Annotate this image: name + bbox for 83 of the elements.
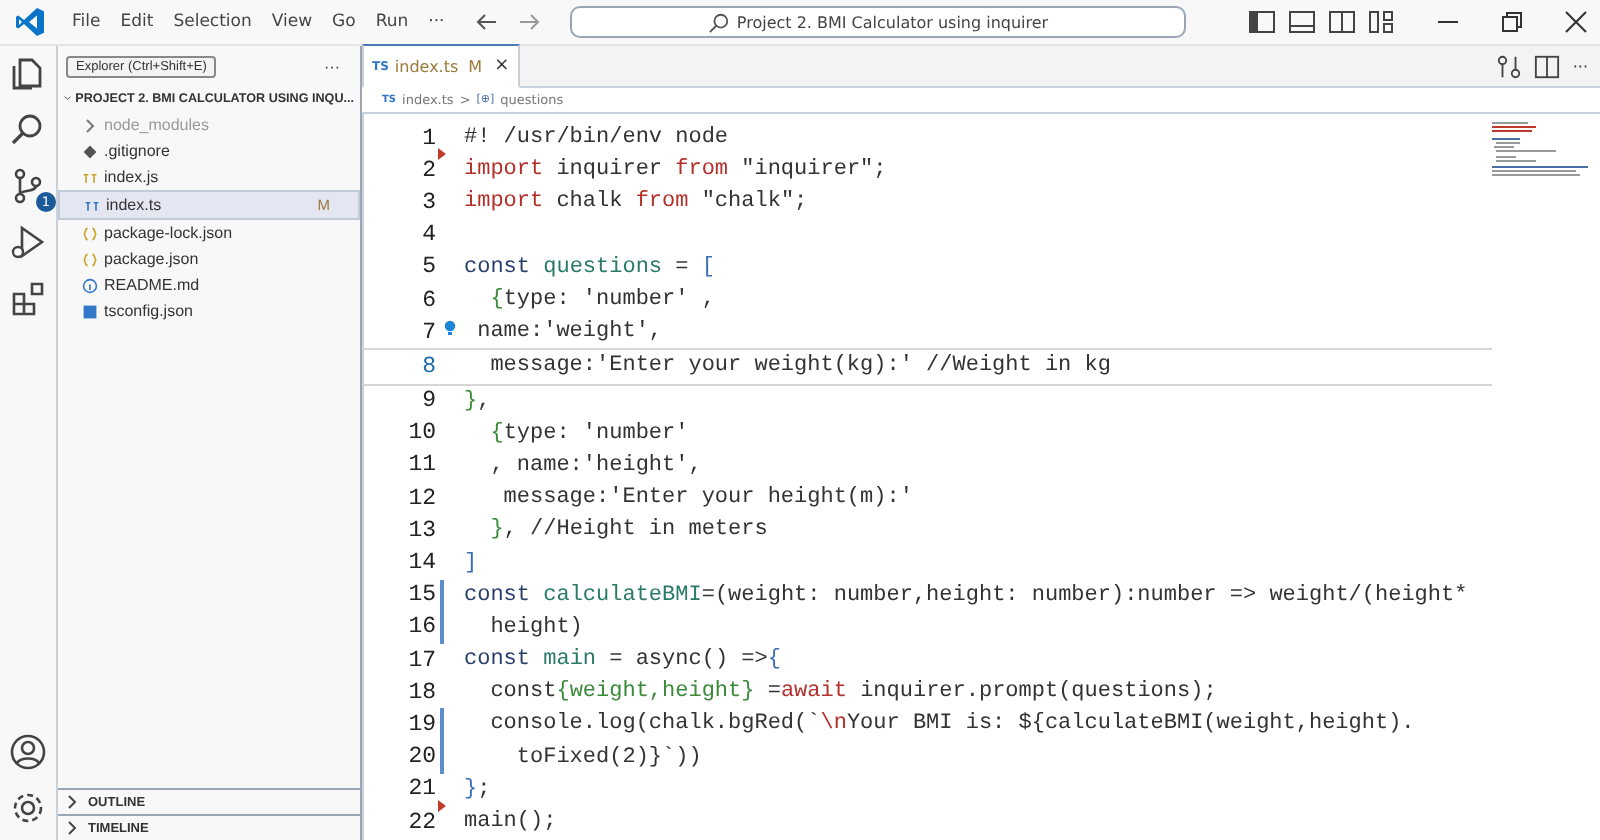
line-number: 2 [420, 157, 436, 184]
line-number: 21 [406, 776, 436, 803]
code-line: import chalk from "chalk"; [464, 190, 808, 215]
line-number: 20 [406, 744, 436, 771]
close-icon[interactable] [1564, 10, 1588, 34]
back-arrow-icon[interactable] [474, 10, 499, 34]
compare-changes-icon[interactable] [1496, 53, 1523, 79]
lightbulb-icon[interactable] [444, 320, 456, 337]
menu-item[interactable]: File [62, 12, 111, 32]
line-number: 9 [420, 388, 436, 415]
split-layout-icon[interactable] [1328, 10, 1356, 34]
panel-toggle-icon[interactable] [1288, 10, 1316, 34]
run-debug-icon[interactable] [8, 222, 48, 262]
menu-item[interactable]: View [261, 12, 323, 32]
file-type-icon [82, 275, 98, 295]
line-number: 3 [420, 189, 436, 216]
more-actions-button[interactable]: ··· [1572, 57, 1588, 75]
code-line: #! /usr/bin/env node [464, 126, 729, 151]
line-number: 8 [420, 353, 436, 380]
code-line: {type: 'number' [488, 421, 689, 446]
code-line: import inquirer from "inquirer"; [464, 158, 887, 183]
line-number: 1 [420, 125, 436, 152]
forward-arrow-icon[interactable] [518, 10, 543, 34]
more-actions-button[interactable]: ··· [324, 58, 340, 76]
line-number: 11 [406, 452, 436, 479]
search-icon [708, 11, 731, 33]
explorer-entry[interactable]: index.js [58, 164, 360, 190]
line-number: 6 [420, 287, 436, 314]
explorer-entry[interactable]: tsconfig.json [58, 298, 360, 324]
code-line: const questions = [ [464, 255, 715, 280]
code-line: }, //Height in meters [488, 518, 768, 543]
line-number: 5 [420, 254, 436, 281]
chevron-right-icon [82, 117, 98, 133]
code-line: const calculateBMI=(weight: number,height: number):number => weight/(height* [464, 583, 1468, 608]
code-line: }, [464, 389, 491, 414]
line-number: 18 [406, 679, 436, 706]
line-number: 19 [406, 711, 436, 738]
file-type-icon [82, 141, 98, 161]
code-line: }; [464, 777, 491, 802]
file-type-icon [82, 301, 98, 321]
line-number: 17 [406, 647, 436, 674]
code-line: const{weight,height} =await inquirer.prompt(questions); [488, 680, 1217, 705]
extensions-icon[interactable] [8, 278, 48, 318]
code-line: ] [464, 551, 478, 576]
line-number: 16 [406, 614, 436, 641]
explorer-entry[interactable]: .gitignore [58, 138, 360, 164]
code-line: name:'weight', [475, 320, 663, 345]
minimap [1492, 122, 1592, 182]
layout-icon[interactable] [1368, 10, 1396, 34]
line-number: 15 [406, 582, 436, 609]
menu-item[interactable]: Edit [110, 12, 164, 32]
explorer-entry[interactable]: package-lock.json [58, 220, 360, 246]
account-icon[interactable] [8, 732, 48, 772]
line-number: 13 [406, 517, 436, 544]
restore-icon[interactable] [1500, 10, 1524, 34]
file-type-icon [82, 223, 98, 243]
menu-item[interactable]: Go [322, 12, 366, 32]
line-number: 14 [406, 550, 436, 577]
line-number: 4 [420, 222, 436, 249]
file-type-icon [82, 249, 98, 269]
code-line: height) [488, 615, 583, 640]
code-line: main(); [464, 810, 557, 835]
line-number: 22 [406, 809, 436, 836]
settings-icon[interactable] [8, 788, 48, 828]
menu-item[interactable]: ··· [418, 12, 455, 32]
line-number: 10 [406, 420, 436, 447]
menu-item[interactable]: Run [365, 12, 419, 32]
code-line: , name:'height', [488, 453, 702, 478]
command-center[interactable]: Project 2. BMI Calculator using inquirer [570, 6, 1187, 38]
code-line: {type: 'number' , [488, 288, 715, 313]
menu-item[interactable]: Selection [163, 12, 262, 32]
code-line: const main = async() =>{ [464, 648, 781, 673]
line-number: 12 [406, 485, 436, 512]
code-line: message:'Enter your weight(kg):' //Weight in kg [488, 354, 1111, 379]
sidebar-toggle-icon[interactable] [1248, 10, 1276, 34]
code-line: console.log(chalk.bgRed(`\nYour BMI is: ${calculateBMI(weight,height). [488, 712, 1415, 737]
explorer-entry[interactable]: package.json [58, 246, 360, 272]
split-editor-icon[interactable] [1534, 53, 1561, 79]
vscode-logo-icon [14, 6, 46, 38]
code-line: toFixed(2)}`)) [514, 745, 702, 770]
line-number: 7 [420, 319, 436, 346]
explorer-entry[interactable]: README.md [58, 272, 360, 298]
code-line: message:'Enter your height(m):' [501, 486, 913, 511]
